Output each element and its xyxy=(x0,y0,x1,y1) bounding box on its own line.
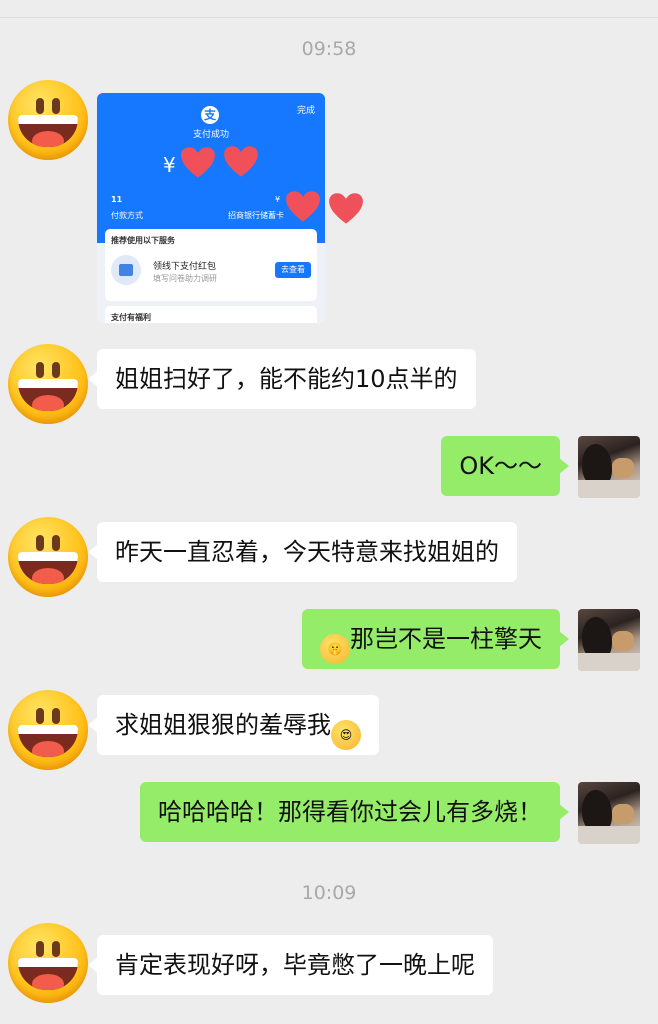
receipt-done-label: 完成 xyxy=(296,106,315,116)
payment-status: 支付成功 xyxy=(192,130,229,140)
heart-sticker-icon xyxy=(180,145,216,181)
benefits-title: 支付有福利 xyxy=(111,313,151,322)
incoming-message[interactable]: 求姐姐狠狠的羞辱我 😍 xyxy=(88,695,379,755)
services-title: 推荐使用以下服务 xyxy=(111,236,175,245)
outgoing-message[interactable]: 哈哈哈哈！那得看你过会儿有多烧！ xyxy=(140,782,569,842)
contact-avatar[interactable] xyxy=(8,344,88,424)
card-label: 招商银行储蓄卡 xyxy=(228,211,284,220)
service-name: 领线下支付红包 xyxy=(153,262,217,272)
shop-icon xyxy=(111,255,141,285)
alipay-icon: 支 xyxy=(201,106,219,124)
card-currency: ¥ xyxy=(275,195,281,204)
shushing-face-emoji-icon: 🤫 xyxy=(320,634,350,664)
incoming-message[interactable]: 姐姐扫好了，能不能约10点半的 xyxy=(88,349,476,409)
outgoing-message[interactable]: 🤫 那岂不是一柱擎天 xyxy=(302,609,569,669)
service-view-button[interactable]: 去查看 xyxy=(275,262,311,278)
method-value: 11 xyxy=(111,195,123,204)
outgoing-message-text: 那岂不是一柱擎天 xyxy=(350,625,542,653)
heart-sticker-icon xyxy=(223,144,259,180)
contact-avatar[interactable] xyxy=(8,923,88,1003)
incoming-message[interactable]: 昨天一直忍着，今天特意来找姐姐的 xyxy=(88,522,517,582)
contact-avatar[interactable] xyxy=(8,517,88,597)
heart-sticker-icon xyxy=(285,189,321,225)
payment-amount-currency: ¥ xyxy=(163,153,176,177)
my-avatar[interactable] xyxy=(578,609,640,671)
benefits-card: 支付有福利 xyxy=(105,306,317,323)
contact-avatar[interactable] xyxy=(8,80,88,160)
heart-eyes-emoji-icon: 😍 xyxy=(331,720,361,750)
incoming-message-text: 求姐姐狠狠的羞辱我 xyxy=(115,711,331,739)
services-card: 推荐使用以下服务 领线下支付红包 填写问卷助力调研 去查看 xyxy=(105,229,317,301)
my-avatar[interactable] xyxy=(578,436,640,498)
outgoing-message[interactable]: OK～～ xyxy=(441,436,569,496)
top-divider xyxy=(0,17,658,18)
heart-sticker-icon xyxy=(328,191,364,227)
my-avatar[interactable] xyxy=(578,782,640,844)
method-label: 付款方式 xyxy=(111,211,143,220)
service-desc: 填写问卷助力调研 xyxy=(153,274,217,283)
timestamp: 10:09 xyxy=(301,882,357,904)
incoming-message[interactable]: 肯定表现好呀，毕竟憋了一晚上呢 xyxy=(88,935,493,995)
contact-avatar[interactable] xyxy=(8,690,88,770)
timestamp: 09:58 xyxy=(301,38,357,60)
